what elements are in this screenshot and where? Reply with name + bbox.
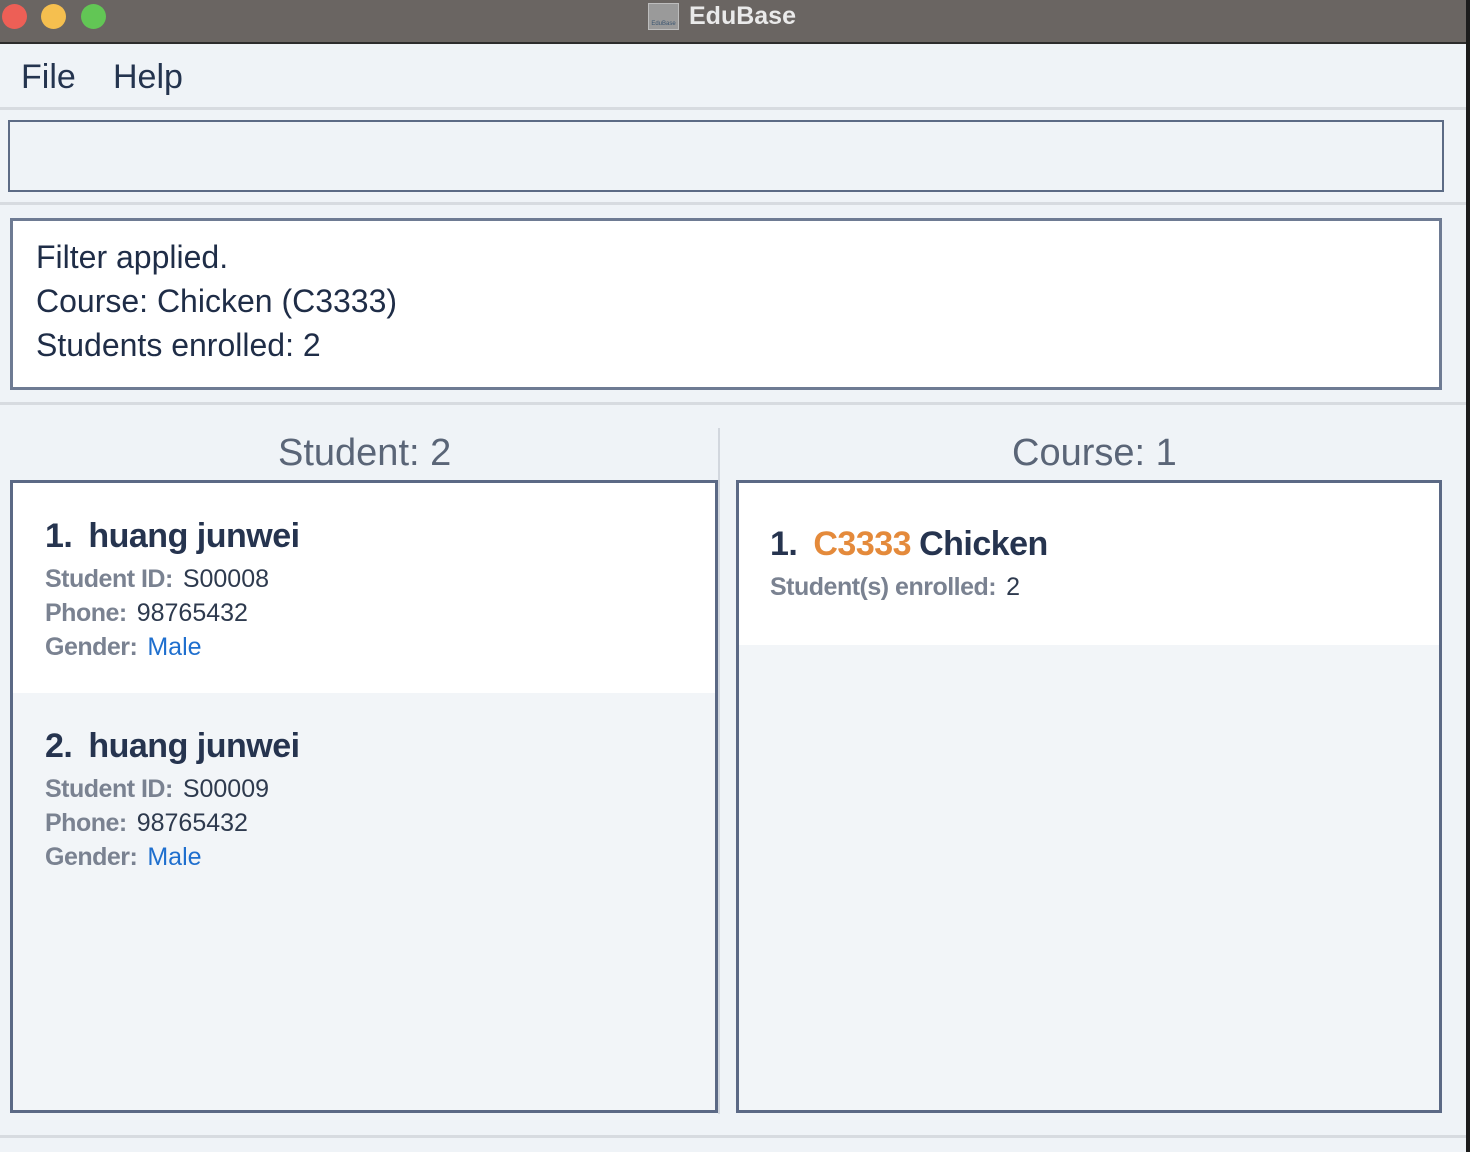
student-name: huang junwei	[88, 727, 300, 765]
menu-bar: File Help	[0, 46, 1466, 108]
enrolled-value: 2	[1006, 573, 1021, 601]
result-divider	[0, 402, 1466, 405]
close-window-button[interactable]	[2, 4, 27, 29]
command-divider	[0, 202, 1466, 205]
course-panel-header: Course: 1	[1012, 432, 1177, 474]
title-bar: EduBase EduBase	[0, 0, 1466, 44]
student-id-label: Student ID:	[45, 565, 173, 593]
gender-value: Male	[147, 633, 202, 661]
course-index: 1.	[770, 525, 798, 563]
minimize-window-button[interactable]	[41, 4, 66, 29]
maximize-window-button[interactable]	[81, 4, 106, 29]
course-name: Chicken	[919, 525, 1048, 563]
result-line: Students enrolled: 2	[36, 327, 321, 363]
course-code: C3333	[813, 525, 912, 563]
status-divider	[0, 1135, 1466, 1138]
phone-value: 98765432	[136, 809, 248, 837]
course-list[interactable]: 1. C3333 Chicken Student(s) enrolled: 2	[736, 480, 1442, 1113]
result-line: Filter applied.	[36, 239, 229, 275]
student-list[interactable]: 1. huang junwei Student ID: S00008 Phone: 9…	[10, 480, 718, 1113]
result-line: Course: Chicken (C3333)	[36, 283, 398, 319]
menu-help[interactable]: Help	[113, 58, 183, 97]
student-id-label: Student ID:	[45, 775, 173, 803]
course-card[interactable]: 1. C3333 Chicken Student(s) enrolled: 2	[739, 483, 1439, 645]
menu-divider	[0, 107, 1466, 110]
phone-label: Phone:	[45, 809, 127, 837]
enrolled-label: Student(s) enrolled:	[770, 573, 997, 601]
phone-label: Phone:	[45, 599, 127, 627]
gender-label: Gender:	[45, 633, 138, 661]
student-index: 2.	[45, 727, 73, 765]
student-card[interactable]: 1. huang junwei Student ID: S00008 Phone: 9…	[13, 483, 715, 693]
menu-file[interactable]: File	[21, 58, 76, 97]
student-card[interactable]: 2. huang junwei Student ID: S00009 Phone: 9…	[13, 693, 715, 903]
student-name: huang junwei	[88, 517, 300, 555]
student-panel-header: Student: 2	[278, 432, 452, 474]
gender-value: Male	[147, 843, 202, 871]
student-id-value: S00008	[182, 565, 270, 593]
command-input[interactable]	[8, 120, 1444, 192]
result-display: Filter applied. Course: Chicken (C3333) …	[10, 218, 1442, 390]
window-edge	[1466, 0, 1470, 1152]
student-index: 1.	[45, 517, 73, 555]
window-title: EduBase	[689, 1, 796, 30]
phone-value: 98765432	[136, 599, 248, 627]
app-logo-icon: EduBase	[648, 2, 679, 30]
student-id-value: S00009	[182, 775, 270, 803]
panel-splitter[interactable]	[718, 428, 720, 1114]
gender-label: Gender:	[45, 843, 138, 871]
